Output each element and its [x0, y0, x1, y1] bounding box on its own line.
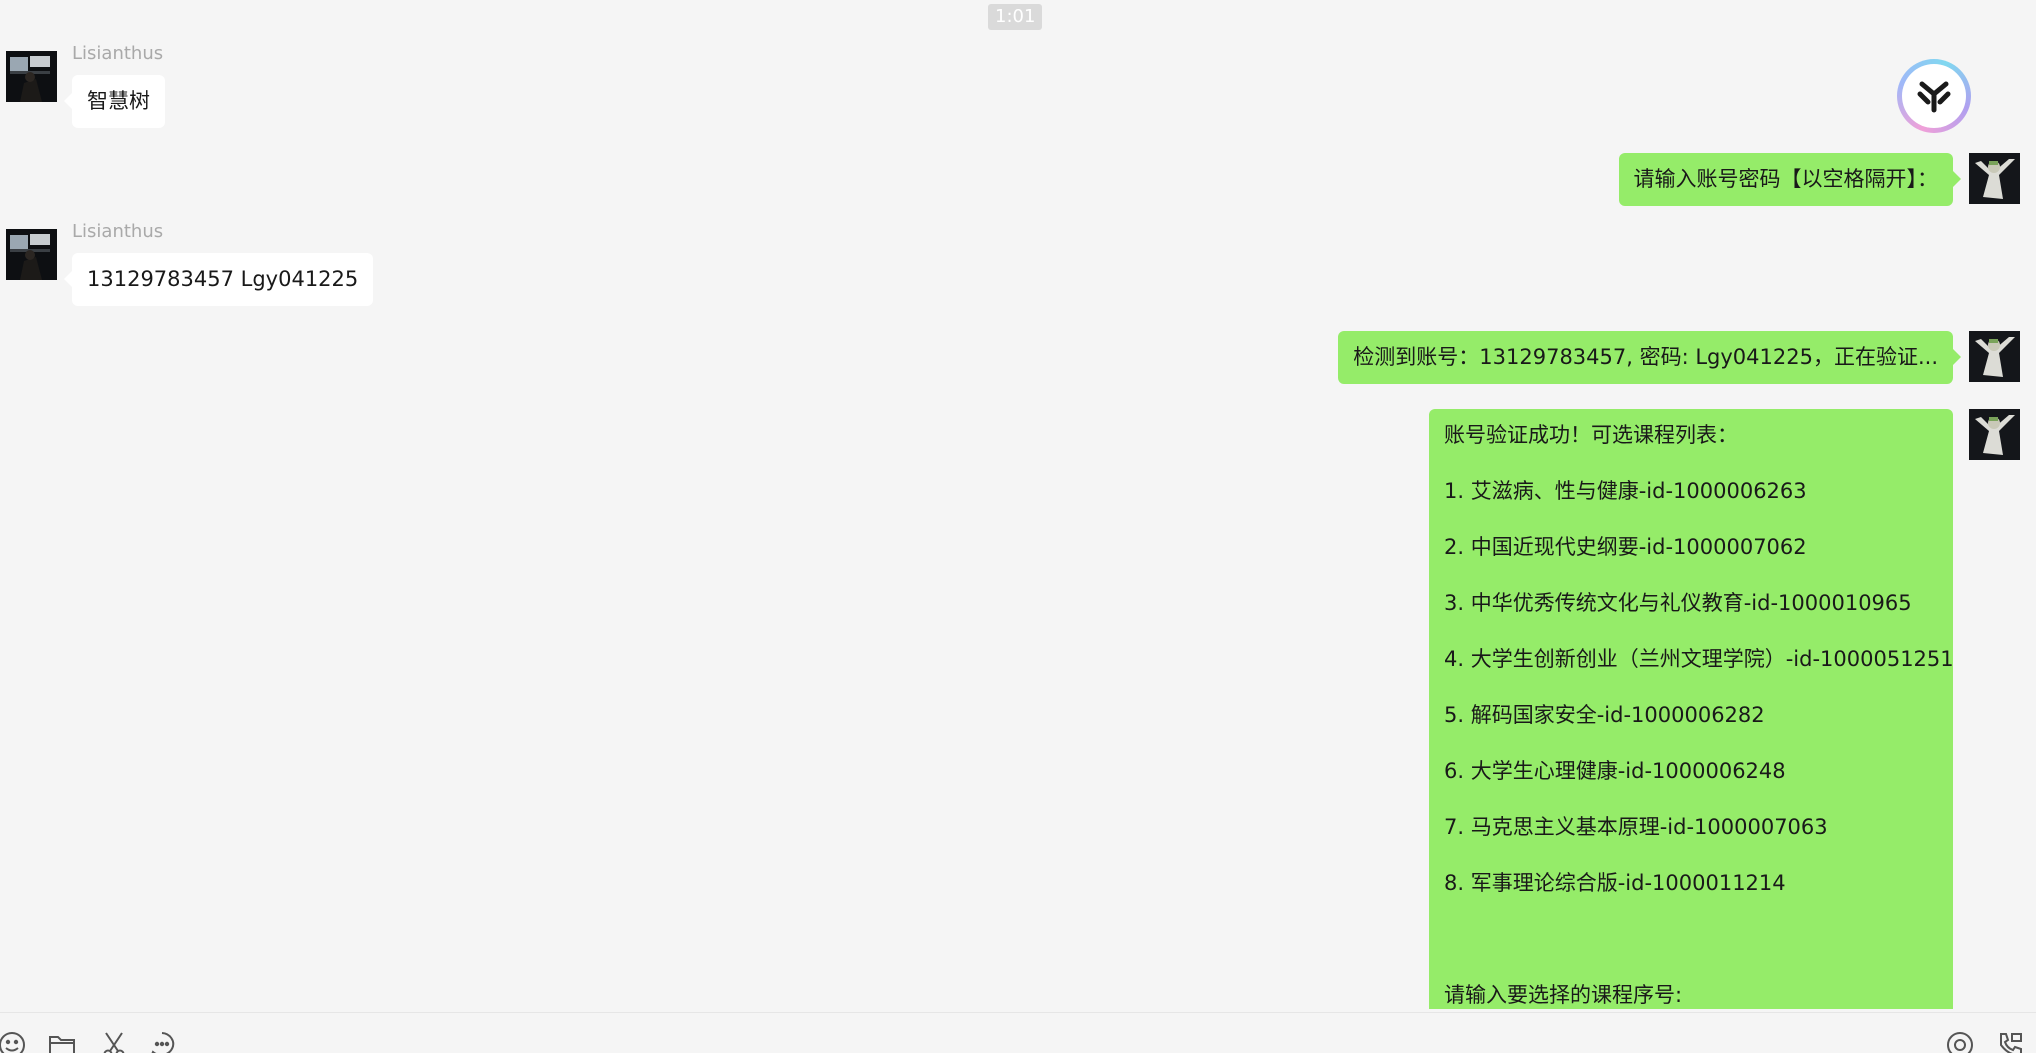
- message-bubble-incoming[interactable]: 13129783457 Lgy041225: [63, 253, 374, 306]
- sender-name: Lisianthus: [72, 43, 164, 64]
- input-toolbar: [0, 1012, 2036, 1053]
- contact-avatar[interactable]: [6, 229, 57, 280]
- voice-message-icon[interactable]: [1946, 1031, 1974, 1053]
- chat-history-icon[interactable]: [148, 1031, 176, 1053]
- folder-icon[interactable]: [48, 1031, 76, 1053]
- course-item: 1. 艾滋病、性与健康-id-1000006263: [1444, 479, 1807, 503]
- message-bubble-outgoing[interactable]: 请输入账号密码【以空格隔开】：: [1618, 153, 1961, 206]
- sender-name: Lisianthus: [72, 221, 164, 242]
- course-item: 5. 解码国家安全-id-1000006282: [1444, 703, 1765, 727]
- my-avatar[interactable]: [1969, 409, 2020, 460]
- contact-avatar[interactable]: [6, 51, 57, 102]
- course-item: 4. 大学生创新创业（兰州文理学院）-id-1000051251: [1444, 647, 1953, 671]
- chat-window: 1:01 Lisianthus 智慧树 请输入账号密码【以空格隔开】： Lisi…: [0, 0, 2036, 1053]
- my-avatar[interactable]: [1969, 331, 2020, 382]
- ai-assistant-button[interactable]: [1897, 59, 1971, 133]
- course-prompt: 请输入要选择的课程序号:: [1444, 983, 1683, 1007]
- my-avatar[interactable]: [1969, 153, 2020, 204]
- course-item: 3. 中华优秀传统文化与礼仪教育-id-1000010965: [1444, 591, 1912, 615]
- scissors-icon[interactable]: [100, 1031, 128, 1053]
- ai-assistant-icon: [1902, 64, 1966, 128]
- message-bubble-incoming[interactable]: 智慧树: [64, 75, 165, 128]
- course-item: 2. 中国近现代史纲要-id-1000007062: [1444, 535, 1807, 559]
- course-item: 6. 大学生心理健康-id-1000006248: [1444, 759, 1786, 783]
- course-item: 7. 马克思主义基本原理-id-1000007063: [1444, 815, 1828, 839]
- course-item: 8. 军事理论综合版-id-1000011214: [1444, 871, 1786, 895]
- message-bubble-outgoing[interactable]: 账号验证成功！可选课程列表： 1. 艾滋病、性与健康-id-1000006263…: [1429, 409, 1953, 1009]
- call-icon[interactable]: [1996, 1031, 2024, 1053]
- message-bubble-outgoing[interactable]: 检测到账号：13129783457, 密码: Lgy041225，正在验证...: [1338, 331, 1961, 384]
- emoji-icon[interactable]: [0, 1031, 26, 1053]
- course-list-header: 账号验证成功！可选课程列表：: [1444, 423, 1738, 447]
- message-timestamp: 1:01: [988, 4, 1043, 30]
